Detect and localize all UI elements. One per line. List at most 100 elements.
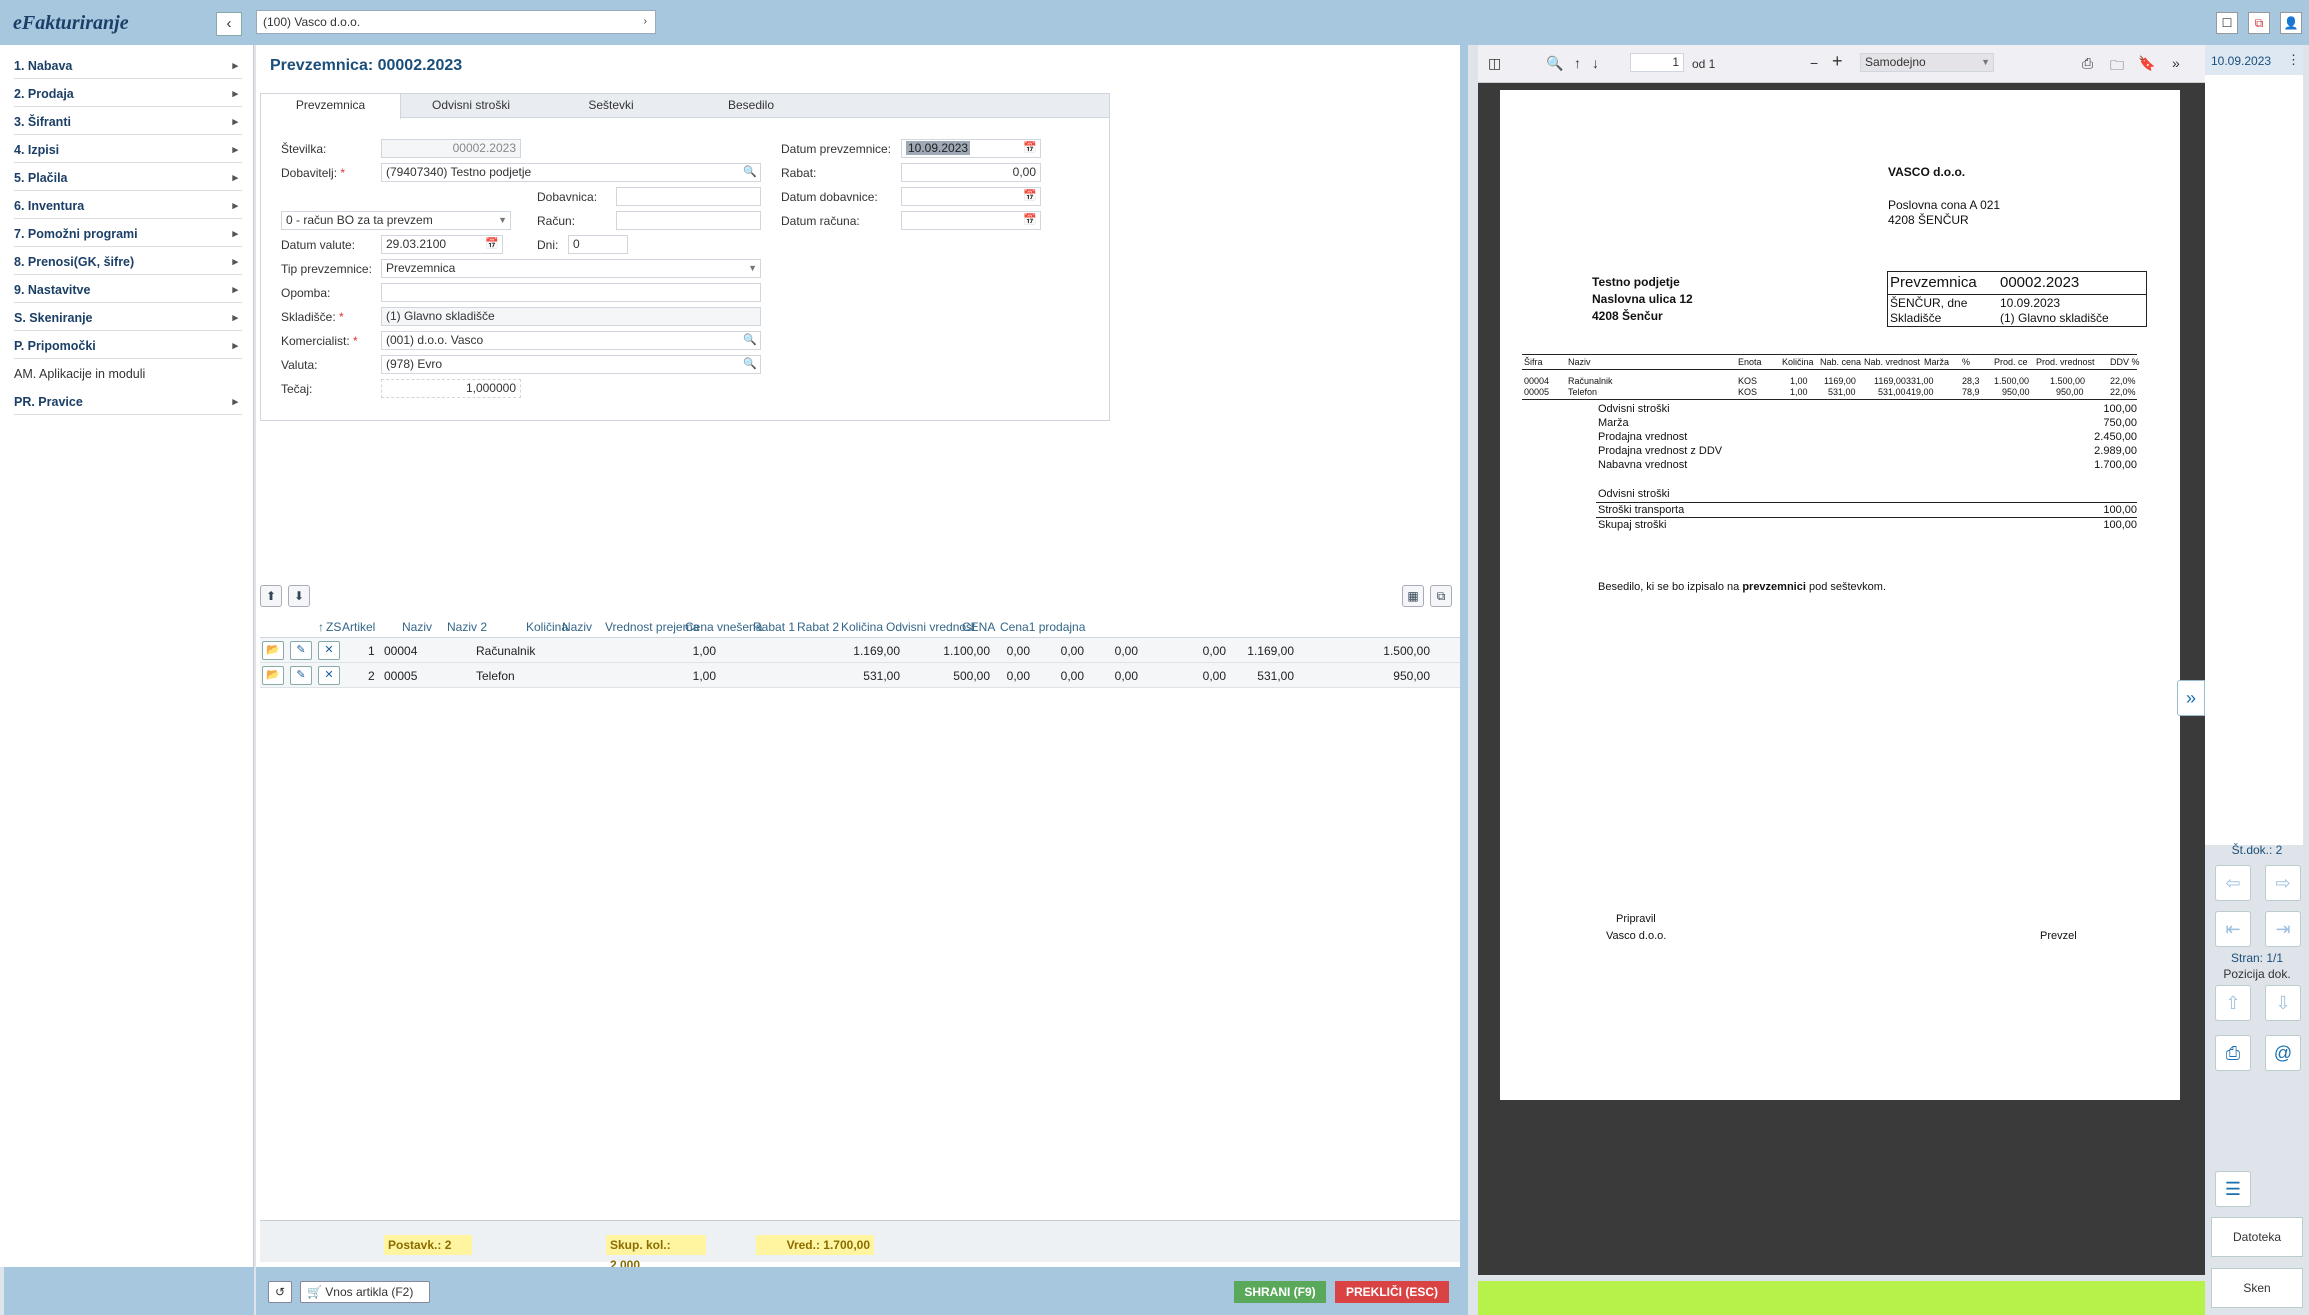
col-rabat1[interactable]: Rabat 1	[753, 620, 795, 634]
sidebar-item-nastavitve[interactable]: 9. Nastavitve ▸	[14, 277, 242, 303]
bookmark-icon[interactable]: 🔖	[2138, 55, 2155, 72]
folder-icon[interactable]: 🗀	[2110, 55, 2124, 79]
more-icon[interactable]: ⋮	[2287, 52, 2300, 68]
search-icon[interactable]: 🔍	[743, 164, 757, 181]
open-icon[interactable]: 📂	[262, 641, 284, 660]
col-cena1-prodajna[interactable]: Cena1 prodajna	[1000, 620, 1085, 634]
user-icon[interactable]: 👤	[2280, 12, 2302, 34]
search-icon[interactable]: 🔍	[1546, 55, 1563, 72]
sidebar-item-izpisi[interactable]: 4. Izpisi ▸	[14, 137, 242, 163]
expand-panel-button[interactable]: »	[2177, 680, 2205, 716]
dobavnica-field[interactable]	[616, 187, 761, 206]
calendar-icon[interactable]: 📅	[1023, 140, 1037, 157]
col-naziv2[interactable]: Naziv 2	[447, 620, 487, 634]
move-up-button[interactable]: ⬆	[260, 585, 282, 607]
opomba-field[interactable]	[381, 283, 761, 302]
sort-icon[interactable]: ↑	[318, 620, 324, 634]
sidebar-item-sifranti[interactable]: 3. Šifranti ▸	[14, 109, 242, 135]
sidebar-item-pomozni[interactable]: 7. Pomožni programi ▸	[14, 221, 242, 247]
position-up-icon[interactable]: ⇧	[2215, 985, 2251, 1021]
rabat-field[interactable]: 0,00	[901, 163, 1041, 182]
datum-valute-field[interactable]: 29.03.2100 📅	[381, 235, 503, 254]
zoom-in-icon[interactable]: +	[1832, 51, 1843, 72]
search-icon[interactable]: 🔍	[743, 356, 757, 373]
print-icon[interactable]: ⎙	[2082, 55, 2093, 72]
sken-button[interactable]: Sken	[2211, 1268, 2303, 1308]
sidebar-item-pravice[interactable]: PR. Pravice ▸	[14, 389, 242, 415]
company-select[interactable]: (100) Vasco d.o.o. ›	[256, 10, 656, 34]
last-arrow-icon[interactable]: ⇥	[2265, 911, 2301, 947]
position-down-icon[interactable]: ⇩	[2265, 985, 2301, 1021]
arrow-down-icon[interactable]: ↓	[1592, 55, 1599, 71]
valuta-field[interactable]: (978) Evro 🔍	[381, 355, 761, 374]
edit-icon[interactable]: ✎	[290, 641, 312, 660]
calendar-icon[interactable]: 📅	[1023, 212, 1037, 229]
sidebar-item-inventura[interactable]: 6. Inventura ▸	[14, 193, 242, 219]
email-icon[interactable]: @	[2265, 1035, 2301, 1071]
sidebar-item-pripomocki[interactable]: P. Pripomočki ▸	[14, 333, 242, 359]
datum-prevzemnice-field[interactable]: 10.09.2023 📅	[901, 139, 1041, 158]
sidebar-toggle-icon[interactable]: ◫	[1488, 55, 1501, 72]
search-icon[interactable]: 🔍	[743, 332, 757, 349]
tecaj-field[interactable]: 1,000000	[381, 379, 521, 398]
window-icon[interactable]: ☐	[2216, 12, 2238, 34]
first-arrow-icon[interactable]: ⇤	[2215, 911, 2251, 947]
form-tabs: Prevzemnica Odvisni stroški Seštevki Bes…	[260, 93, 1110, 421]
dni-field[interactable]: 0	[568, 235, 628, 254]
datum-racuna-field[interactable]: 📅	[901, 211, 1041, 230]
grid-columns-button[interactable]: ▦	[1402, 585, 1424, 607]
table-row[interactable]: 📂 ✎ ✕ 1 00004 Računalnik 1,00 1.169,00 1…	[260, 638, 1460, 663]
document-list-item[interactable]: 10.09.2023 ⋮	[2205, 45, 2303, 75]
sidebar-item-aplikacije[interactable]: AM. Aplikacije in moduli	[14, 361, 242, 387]
sidebar-item-skeniranje[interactable]: S. Skeniranje ▸	[14, 305, 242, 331]
datoteka-button[interactable]: Datoteka	[2211, 1217, 2303, 1257]
next-arrow-icon[interactable]: ⇨	[2265, 865, 2301, 901]
add-article-button[interactable]: 🛒 Vnos artikla (F2)	[300, 1281, 430, 1303]
menu-icon[interactable]: ☰	[2215, 1171, 2251, 1207]
dobavitelj-field[interactable]: (79407340) Testno podjetje 🔍	[381, 163, 761, 182]
collapse-sidebar-button[interactable]: ‹	[216, 12, 242, 36]
datum-dobavnice-field[interactable]: 📅	[901, 187, 1041, 206]
sidebar-item-nabava[interactable]: 1. Nabava ▸	[14, 53, 242, 79]
calendar-icon[interactable]: 📅	[1023, 188, 1037, 205]
sidebar-item-prenosi[interactable]: 8. Prenosi(GK, šifre) ▸	[14, 249, 242, 275]
prev-arrow-icon[interactable]: ⇦	[2215, 865, 2251, 901]
delete-icon[interactable]: ✕	[318, 641, 340, 660]
cancel-button[interactable]: PREKLIČI (ESC)	[1335, 1281, 1449, 1303]
windows-icon[interactable]: ⧉	[2248, 12, 2270, 34]
save-button[interactable]: SHRANI (F9)	[1234, 1281, 1326, 1303]
racun-type-select[interactable]: 0 - račun BO za ta prevzem ▼	[281, 211, 511, 230]
col-cena[interactable]: CENA	[962, 620, 995, 634]
edit-icon[interactable]: ✎	[290, 666, 312, 685]
panel-splitter[interactable]	[1460, 45, 1468, 1315]
tab-sestevki[interactable]: Seštevki	[541, 94, 681, 118]
racun-field[interactable]	[616, 211, 761, 230]
arrow-up-icon[interactable]: ↑	[1574, 55, 1581, 71]
tab-besedilo[interactable]: Besedilo	[681, 94, 821, 118]
col-artikel[interactable]: Artikel	[342, 620, 375, 634]
page-number-input[interactable]: 1	[1630, 53, 1684, 72]
delete-icon[interactable]: ✕	[318, 666, 340, 685]
tab-prevzemnica[interactable]: Prevzemnica	[261, 94, 401, 119]
move-down-button[interactable]: ⬇	[288, 585, 310, 607]
col-kolicina2[interactable]: Količina	[841, 620, 883, 634]
calendar-icon[interactable]: 📅	[485, 236, 499, 253]
komercialist-field[interactable]: (001) d.o.o. Vasco 🔍	[381, 331, 761, 350]
tip-select[interactable]: Prevzemnica ▼	[381, 259, 761, 278]
tab-odvisni-stroski[interactable]: Odvisni stroški	[401, 94, 541, 118]
col-naziv-unit[interactable]: Naziv	[562, 620, 592, 634]
print-icon[interactable]: ⎙	[2215, 1035, 2251, 1071]
history-button[interactable]: ↺	[268, 1281, 292, 1303]
zoom-select[interactable]: Samodejno ▼	[1860, 53, 1994, 72]
open-icon[interactable]: 📂	[262, 666, 284, 685]
table-row[interactable]: 📂 ✎ ✕ 2 00005 Telefon 1,00 531,00 500,00…	[260, 663, 1460, 688]
sidebar-item-prodaja[interactable]: 2. Prodaja ▸	[14, 81, 242, 107]
zoom-out-icon[interactable]: −	[1810, 55, 1818, 71]
col-rabat2[interactable]: Rabat 2	[797, 620, 839, 634]
col-naziv[interactable]: Naziv	[402, 620, 432, 634]
col-cena-vnesena[interactable]: Cena vnešena	[685, 620, 762, 634]
col-zs[interactable]: ZS	[326, 620, 341, 634]
copy-button[interactable]: ⧉	[1430, 585, 1452, 607]
sidebar-item-placila[interactable]: 5. Plačila ▸	[14, 165, 242, 191]
double-chevron-right-icon[interactable]: »	[2172, 55, 2180, 71]
